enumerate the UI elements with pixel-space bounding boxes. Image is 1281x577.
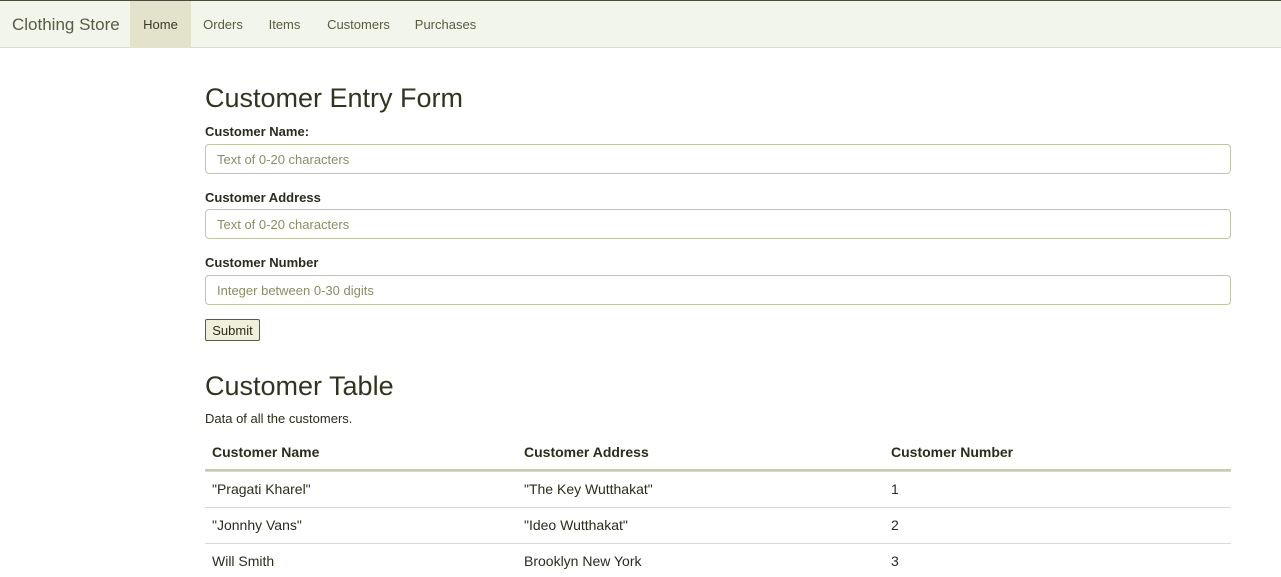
cell-customer-name: "Jonnhy Vans"	[212, 517, 302, 533]
table-row: Will Smith Brooklyn New York 3	[205, 543, 1231, 577]
customer-table: Customer Name Customer Address Customer …	[205, 435, 1231, 577]
customer-number-label: Customer Number	[205, 255, 319, 270]
column-header-number: Customer Number	[891, 444, 1014, 460]
customer-name-label: Customer Name:	[205, 124, 310, 139]
nav-item-items[interactable]: Items	[255, 1, 314, 48]
cell-customer-name: "Pragati Kharel"	[212, 481, 311, 497]
table-header-row: Customer Name Customer Address Customer …	[205, 435, 1231, 471]
cell-customer-address: "Ideo Wutthakat"	[524, 517, 628, 533]
cell-customer-address: Brooklyn New York	[524, 553, 642, 569]
table-title: Customer Table	[205, 371, 394, 401]
nav-item-customers[interactable]: Customers	[314, 1, 403, 48]
cell-customer-number: 1	[891, 481, 899, 497]
customer-number-input[interactable]	[205, 275, 1231, 305]
top-navbar: Clothing Store Home Orders Items Custome…	[0, 0, 1281, 48]
table-row: "Pragati Kharel" "The Key Wutthakat" 1	[205, 471, 1231, 507]
cell-customer-name: Will Smith	[212, 553, 275, 569]
cell-customer-number: 3	[891, 553, 899, 569]
customer-name-input[interactable]	[205, 144, 1231, 174]
submit-button[interactable]: Submit	[205, 319, 260, 341]
cell-customer-number: 2	[891, 517, 899, 533]
table-row: "Jonnhy Vans" "Ideo Wutthakat" 2	[205, 507, 1231, 543]
form-title: Customer Entry Form	[205, 83, 464, 113]
column-header-address: Customer Address	[524, 444, 649, 460]
column-header-name: Customer Name	[212, 444, 320, 460]
nav-item-purchases[interactable]: Purchases	[403, 1, 488, 48]
table-caption: Data of all the customers.	[205, 411, 353, 426]
customer-address-label: Customer Address	[205, 190, 321, 205]
cell-customer-address: "The Key Wutthakat"	[524, 481, 653, 497]
nav-item-home[interactable]: Home	[130, 1, 191, 48]
brand-link[interactable]: Clothing Store	[12, 1, 120, 48]
nav-item-orders[interactable]: Orders	[191, 1, 255, 48]
customer-address-input[interactable]	[205, 209, 1231, 239]
